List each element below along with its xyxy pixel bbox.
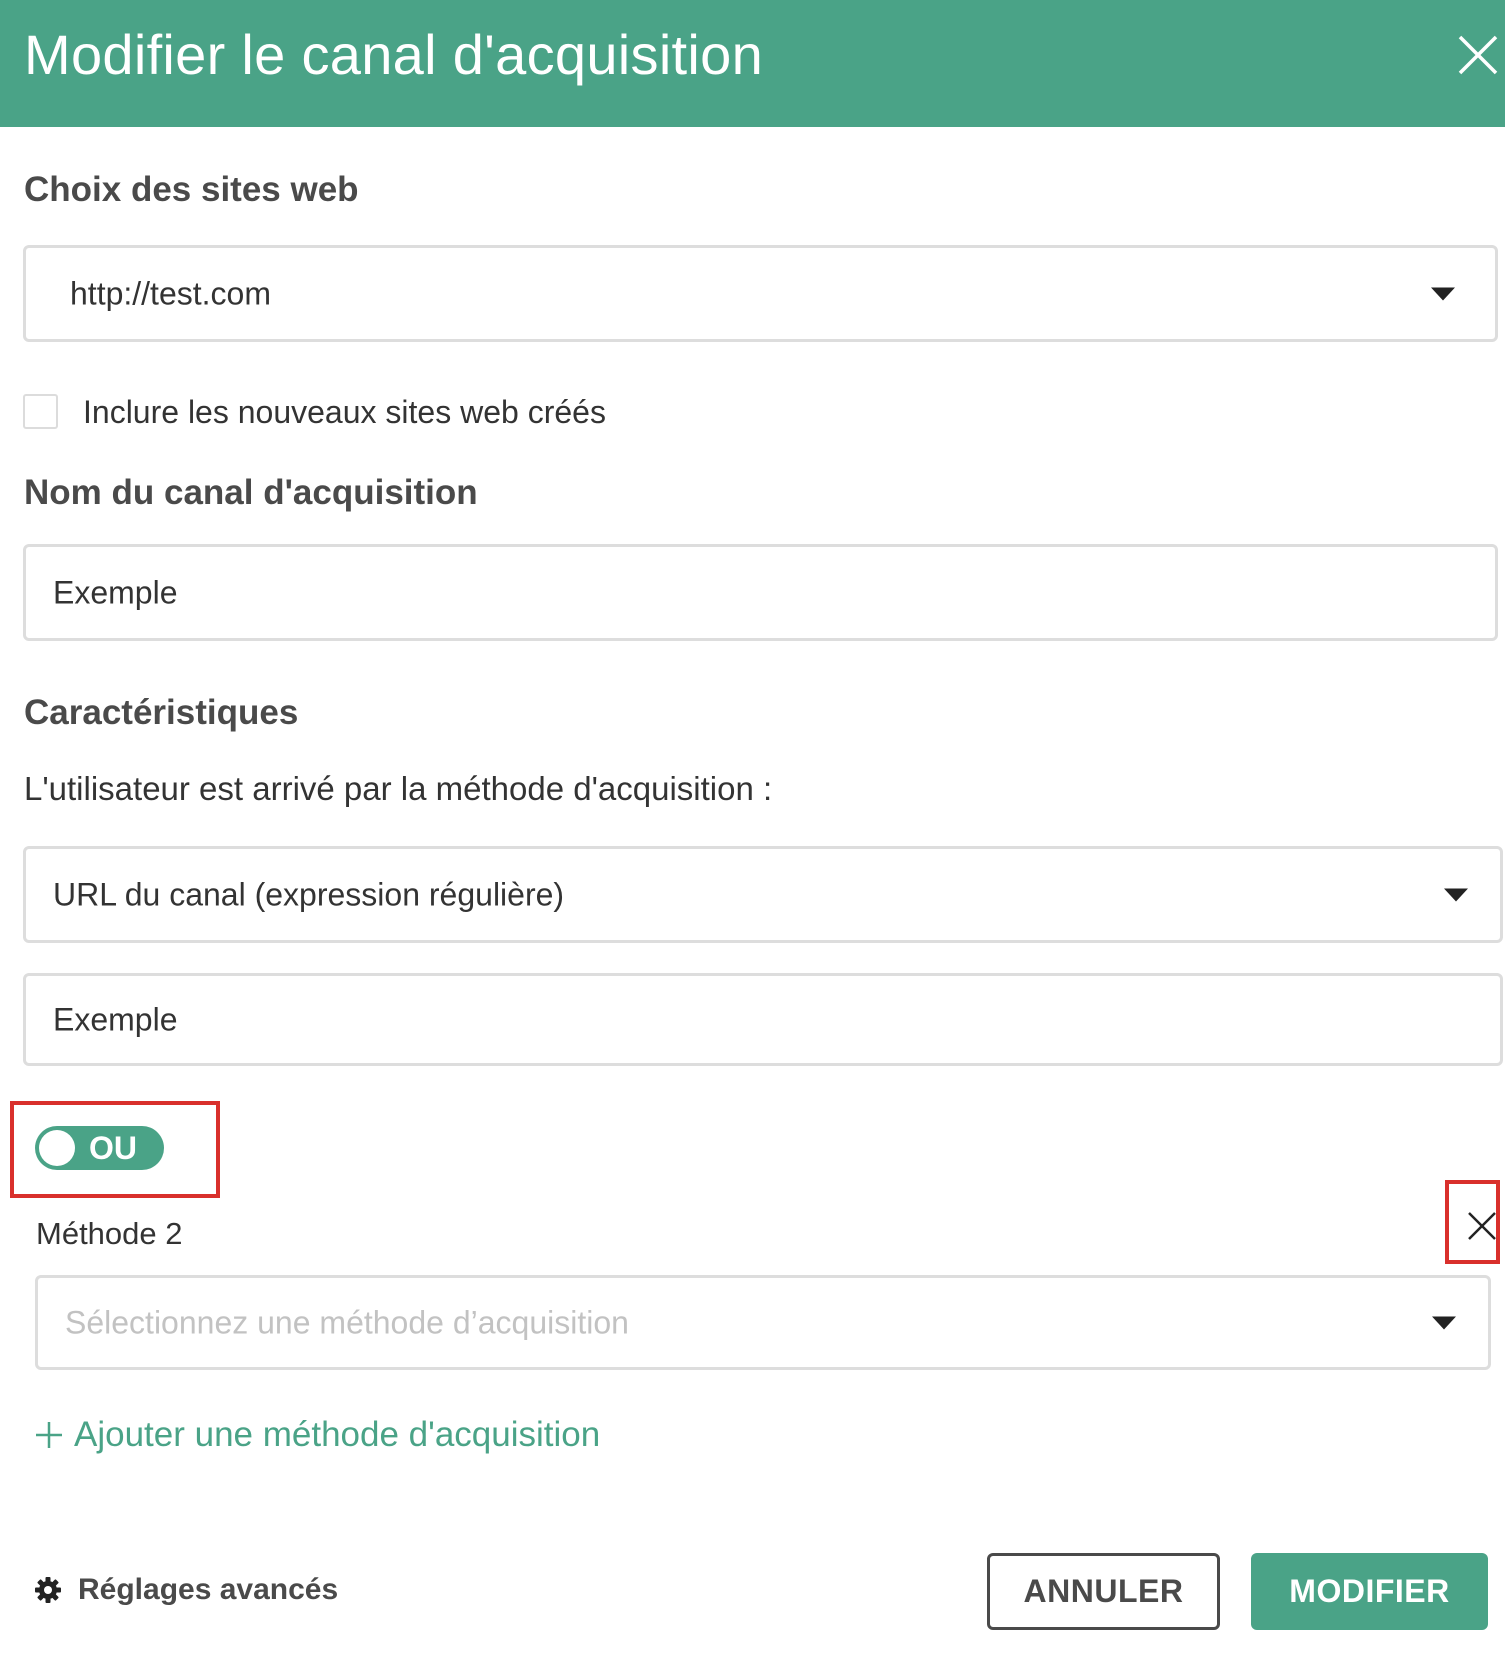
caret-down-icon (1432, 1316, 1456, 1329)
or-operator-toggle[interactable]: OU (35, 1126, 164, 1170)
channel-name-section-title: Nom du canal d'acquisition (24, 473, 478, 512)
modify-button[interactable]: MODIFIER (1251, 1553, 1488, 1630)
caret-down-icon (1431, 287, 1455, 300)
add-method-link[interactable]: Ajouter une méthode d'acquisition (34, 1412, 600, 1458)
method2-label: Méthode 2 (36, 1216, 183, 1251)
include-new-sites-checkbox[interactable] (23, 394, 58, 429)
websites-section-title: Choix des sites web (24, 170, 359, 209)
cancel-button[interactable]: ANNULER (987, 1553, 1220, 1630)
website-select[interactable]: http://test.com (23, 245, 1498, 342)
toggle-label: OU (89, 1130, 137, 1166)
channel-name-input[interactable]: Exemple (23, 544, 1498, 641)
gear-icon (35, 1577, 61, 1603)
method1-value-input[interactable]: Exemple (23, 973, 1503, 1066)
advanced-settings-label: Réglages avancés (78, 1573, 339, 1606)
caret-down-icon (1444, 888, 1468, 901)
characteristics-description: L'utilisateur est arrivé par la méthode … (24, 770, 773, 807)
method2-placeholder: Sélectionnez une méthode d’acquisition (65, 1304, 629, 1340)
method2-select[interactable]: Sélectionnez une méthode d’acquisition (35, 1275, 1491, 1370)
close-icon[interactable] (1464, 1208, 1500, 1244)
method1-select-value: URL du canal (expression régulière) (53, 876, 565, 912)
website-select-value: http://test.com (70, 275, 271, 311)
method1-value: Exemple (53, 1001, 178, 1037)
close-icon[interactable] (1455, 32, 1501, 78)
include-new-sites-label[interactable]: Inclure les nouveaux sites web créés (83, 394, 606, 431)
toggle-knob (39, 1130, 75, 1166)
add-method-label: Ajouter une méthode d'acquisition (74, 1415, 601, 1454)
method1-select[interactable]: URL du canal (expression régulière) (23, 846, 1503, 943)
advanced-settings-link[interactable]: Réglages avancés (34, 1570, 338, 1610)
dialog-title: Modifier le canal d'acquisition (24, 23, 764, 86)
plus-icon (36, 1422, 62, 1448)
dialog-header: Modifier le canal d'acquisition (0, 0, 1505, 127)
characteristics-section-title: Caractéristiques (24, 693, 299, 732)
channel-name-value: Exemple (53, 574, 178, 610)
